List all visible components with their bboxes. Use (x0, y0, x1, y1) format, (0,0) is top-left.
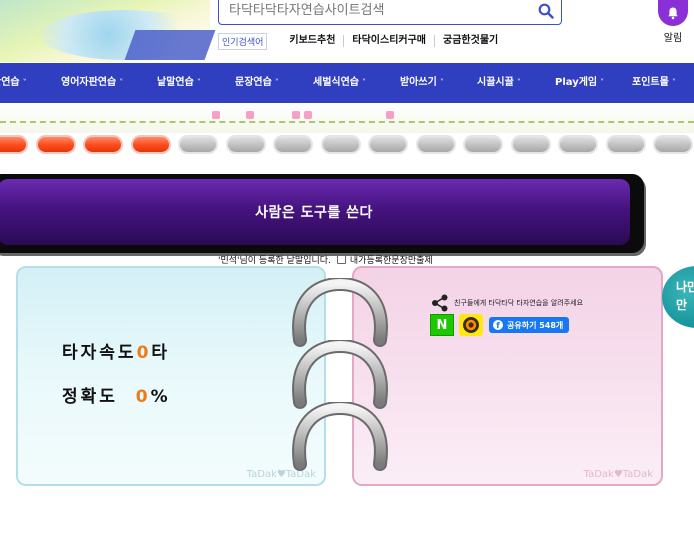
accuracy-value: 0 (135, 387, 151, 407)
nav-item-label: 낱말연습 (157, 77, 194, 88)
progress-pill-pending (273, 135, 313, 154)
decor-dot (292, 111, 300, 119)
search-icon[interactable] (531, 0, 561, 24)
facebook-share-label: 공유하기 548개 (507, 320, 564, 330)
nav-item-games[interactable]: Play게임 ˅ (555, 63, 604, 103)
main-nav: 판연습˅ 영어자판연습˅ 낱말연습˅ 문장연습˅ 세벌식연습˅ 받아쓰기˅ 시끌… (0, 63, 694, 103)
alarm-label: 알림 (663, 33, 683, 44)
decor-dot (212, 111, 220, 119)
nav-item-label: 문장연습 (235, 77, 272, 88)
nav-item-label: 받아쓰기 (400, 77, 437, 88)
sentence-display: 사람은 도구를 쓴다 (0, 179, 630, 245)
header-banner: 인기검색어 키보드추천 타닥이스티커구매 궁금한것물기 알림 (0, 0, 694, 62)
nav-item-label: 포인트몰 (632, 77, 669, 88)
search-box (218, 0, 562, 25)
progress-pill-pending (510, 135, 551, 154)
decor-dot (304, 111, 312, 119)
sentence-panel: 사람은 도구를 쓴다 (0, 174, 644, 253)
typing-speed-stat: 타자속도0타 (62, 338, 170, 363)
progress-pill-completed (35, 135, 76, 154)
progress-pill-pending (558, 135, 598, 154)
decorative-strip (0, 103, 694, 133)
nav-item-label: 영어자판연습 (61, 77, 117, 88)
my-sentences-only-checkbox[interactable] (336, 254, 346, 264)
accuracy-stat: 정확도 0% (62, 382, 171, 407)
page-root: 인기검색어 키보드추천 타닥이스티커구매 궁금한것물기 알림 판연습˅ 영어자판… (0, 0, 694, 553)
my-sentences-only-label[interactable]: 내가등록한문장만출제 (350, 253, 433, 266)
naver-icon: N (436, 317, 448, 333)
chevron-down-icon: ˅ (600, 78, 605, 87)
nav-item-label: Play게임 (555, 77, 598, 88)
watermark: TaDak♥TaDak (583, 469, 653, 480)
side-promo-badge[interactable]: 나만 만 (662, 266, 694, 328)
keyword-link-keyboard[interactable]: 키보드추천 (281, 35, 345, 47)
accuracy-label: 정확도 (62, 387, 118, 407)
share-card: 친구들에게 타닥타닥 타자연습을 알려주세요 N f 공유하기 548개 TaD… (352, 266, 663, 486)
share-prompt: 친구들에게 타닥타닥 타자연습을 알려주세요 (430, 294, 583, 312)
nav-item-dictation[interactable]: 받아쓰기 ˅ (400, 63, 444, 103)
nav-item-english-keyboard[interactable]: 영어자판연습 ˅ (61, 63, 123, 103)
binder-ring-icon (292, 402, 388, 471)
typing-speed-label: 타자속도 (62, 343, 137, 363)
search-input[interactable] (219, 0, 531, 24)
chevron-down-icon: ˅ (439, 78, 444, 87)
chevron-down-icon: ˅ (671, 78, 676, 87)
progress-pill-pending (605, 135, 646, 154)
facebook-icon: f (493, 320, 503, 330)
progress-pill-pending (463, 135, 503, 154)
nav-item-label: 판연습 (0, 77, 20, 88)
sentence-credit-row: '민석'님이 등록한 낱말입니다. 내가등록한문장만출제 (218, 252, 433, 266)
progress-pill-pending (368, 135, 408, 154)
progress-pill-completed (0, 135, 28, 154)
decor-dot (386, 111, 394, 119)
alarm-button[interactable]: 알림 (656, 0, 690, 46)
nav-item-sentence-practice[interactable]: 문장연습 ˅ (235, 63, 279, 103)
progress-pill-pending (225, 135, 266, 154)
kakaostory-share-button[interactable] (459, 314, 483, 336)
progress-pill-pending (320, 135, 361, 154)
nav-item-word-practice[interactable]: 낱말연습 ˅ (157, 63, 201, 103)
target-sentence: 사람은 도구를 쓴다 (255, 205, 373, 221)
chevron-down-icon: ˅ (516, 78, 521, 87)
nav-item-point-mall[interactable]: 포인트몰 ˅ (632, 63, 676, 103)
decor-dot (246, 111, 254, 119)
dashed-divider (0, 121, 694, 123)
facebook-share-button[interactable]: f 공유하기 548개 (489, 317, 570, 333)
sentence-progress (0, 135, 694, 155)
typing-speed-unit: 타 (151, 343, 171, 363)
share-buttons: N f 공유하기 548개 (430, 314, 570, 336)
keyword-link-question[interactable]: 궁금한것물기 (435, 35, 506, 47)
progress-pill-pending (653, 135, 693, 154)
nav-item-keyboard-practice[interactable]: 판연습˅ (0, 63, 27, 103)
chevron-down-icon: ˅ (362, 78, 366, 87)
popular-keywords: 인기검색어 키보드추천 타닥이스티커구매 궁금한것물기 (218, 32, 506, 50)
banner-illustration-keyboard (124, 30, 216, 60)
nav-item-label: 시끌시끌 (477, 77, 514, 88)
bell-icon (658, 0, 688, 26)
side-badge-line1: 나만 (676, 280, 694, 294)
kakaostory-icon (463, 317, 479, 333)
progress-pill-pending (415, 135, 456, 154)
sentence-credit: '민석'님이 등록한 낱말입니다. (218, 255, 331, 266)
chevron-down-icon: ˅ (119, 78, 124, 87)
nav-item-sebeolsik[interactable]: 세벌식연습 ˅ (313, 63, 366, 103)
share-text: 친구들에게 타닥타닥 타자연습을 알려주세요 (454, 299, 584, 307)
keyword-link-sticker[interactable]: 타닥이스티커구매 (344, 35, 436, 47)
nav-item-community[interactable]: 시끌시끌 ˅ (477, 63, 521, 103)
popular-keywords-label: 인기검색어 (218, 32, 268, 50)
share-icon (430, 294, 450, 312)
stats-card: 타자속도0타 정확도 0% TaDak♥TaDak (16, 266, 326, 486)
chevron-down-icon: ˅ (22, 78, 27, 87)
typing-speed-value: 0 (136, 343, 152, 363)
progress-pill-completed (130, 135, 171, 154)
nav-item-label: 세벌식연습 (313, 77, 359, 88)
accuracy-unit: % (150, 387, 171, 407)
chevron-down-icon: ˅ (274, 78, 279, 87)
naver-share-button[interactable]: N (430, 314, 454, 336)
side-badge-line2: 만 (676, 298, 688, 312)
progress-pill-completed (83, 135, 123, 154)
progress-pill-pending (178, 135, 218, 154)
chevron-down-icon: ˅ (196, 78, 201, 87)
